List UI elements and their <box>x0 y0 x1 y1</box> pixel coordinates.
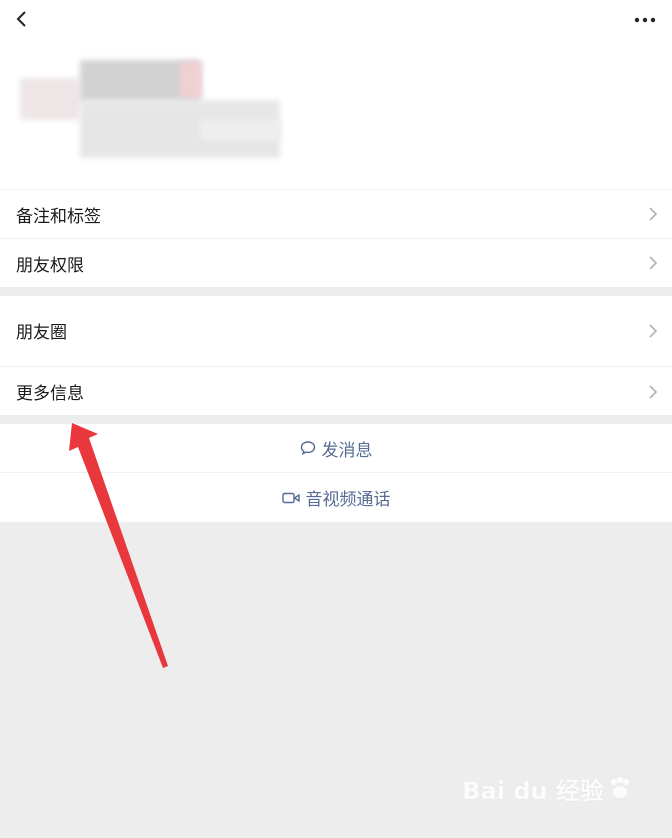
chat-bubble-icon <box>300 441 315 456</box>
name-blurred-accent <box>180 62 202 98</box>
video-camera-icon <box>281 492 300 503</box>
section-divider <box>0 287 672 296</box>
contact-card: 备注和标签 朋友权限 朋友圈 更多信息 发消息 音视频通话 <box>0 0 672 522</box>
watermark-text: Bai du 经验 <box>462 777 604 805</box>
row-friend-permissions[interactable]: 朋友权限 <box>0 238 672 287</box>
row-more-info[interactable]: 更多信息 <box>0 366 672 416</box>
chevron-right-icon <box>649 207 658 221</box>
chevron-right-icon <box>649 256 658 270</box>
row-remark-tags[interactable]: 备注和标签 <box>0 189 672 238</box>
section-divider <box>0 415 672 424</box>
send-message-label: 发消息 <box>321 440 373 461</box>
video-call-button[interactable]: 音视频通话 <box>0 473 672 522</box>
avatar-blurred <box>20 78 80 120</box>
row-label: 更多信息 <box>16 384 84 404</box>
row-label: 朋友权限 <box>16 255 84 276</box>
row-label: 备注和标签 <box>16 206 101 227</box>
chevron-right-icon <box>649 384 658 399</box>
more-dots-icon <box>634 17 656 23</box>
send-message-button[interactable]: 发消息 <box>0 424 672 472</box>
back-arrow-icon <box>16 11 26 27</box>
row-moments[interactable]: 朋友圈 <box>0 296 672 365</box>
navigation-bar <box>0 0 672 40</box>
back-button[interactable] <box>10 6 34 32</box>
more-options-button[interactable] <box>632 10 658 30</box>
row-label: 朋友圈 <box>16 323 67 343</box>
chevron-right-icon <box>649 323 658 338</box>
profile-header-blurred <box>0 40 672 190</box>
paw-logo-icon <box>611 776 629 798</box>
baidu-jingyan-watermark: Bai du 经验 <box>462 771 636 806</box>
video-call-label: 音视频通话 <box>305 490 391 510</box>
region-blurred <box>200 120 280 140</box>
